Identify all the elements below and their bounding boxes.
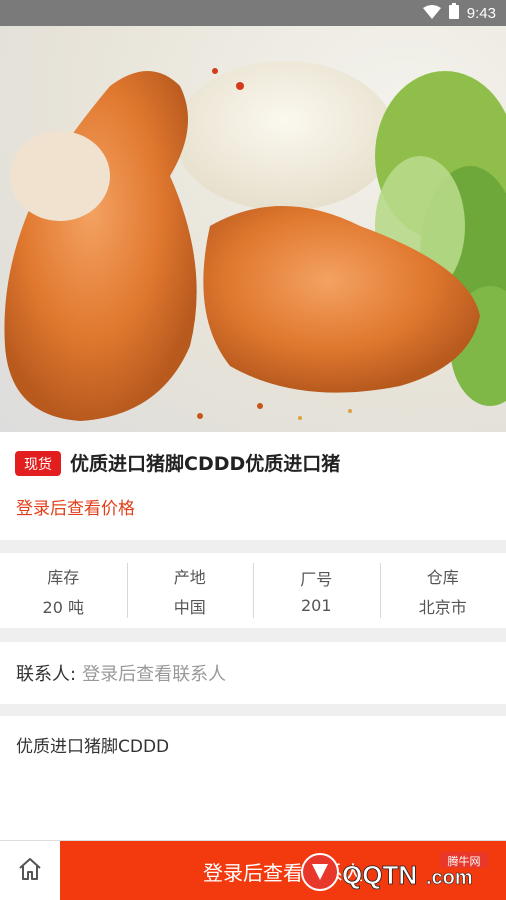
product-title: 优质进口猪脚CDDD优质进口猪	[70, 453, 341, 475]
svg-text:QQTN: QQTN	[342, 860, 417, 890]
in-stock-badge: 现货	[15, 451, 61, 476]
product-stats: 库存 20 吨 产地 中国 厂号 201 仓库 北京市	[0, 553, 506, 628]
stat-value: 201	[300, 596, 332, 615]
stat-label: 库存	[47, 567, 80, 587]
stat-label: 厂号	[300, 570, 333, 589]
product-description-card: 优质进口猪脚CDDD	[0, 716, 506, 840]
contact-label: 联系人:	[16, 664, 77, 685]
svg-text:腾牛网: 腾牛网	[448, 854, 481, 868]
contact-row[interactable]: 联系人: 登录后查看联系人	[0, 642, 506, 704]
product-image	[0, 26, 506, 432]
contact-value: 登录后查看联系人	[82, 664, 227, 685]
stat-value: 北京市	[418, 597, 467, 617]
stat-value: 中国	[173, 597, 206, 617]
price-login-note[interactable]: 登录后查看价格	[16, 494, 135, 519]
qqtn-watermark-logo: QQTN .com 腾牛网	[300, 850, 500, 894]
home-button[interactable]	[0, 841, 60, 900]
status-icons: 9:43	[422, 0, 496, 26]
stat-plant-number: 厂号 201	[253, 553, 380, 628]
svg-text:.com: .com	[426, 867, 473, 889]
stat-value: 20 吨	[42, 597, 84, 617]
status-bar: 9:43	[0, 0, 506, 26]
stat-label: 产地	[173, 567, 206, 587]
stat-warehouse: 仓库 北京市	[379, 553, 506, 628]
home-icon	[17, 856, 43, 886]
wifi-icon	[422, 4, 441, 23]
stat-label: 仓库	[426, 567, 459, 587]
product-description: 优质进口猪脚CDDD	[16, 737, 170, 757]
stat-stock: 库存 20 吨	[0, 553, 127, 628]
stat-origin: 产地 中国	[126, 553, 254, 628]
status-time: 9:43	[466, 4, 496, 22]
battery-icon	[448, 3, 459, 23]
